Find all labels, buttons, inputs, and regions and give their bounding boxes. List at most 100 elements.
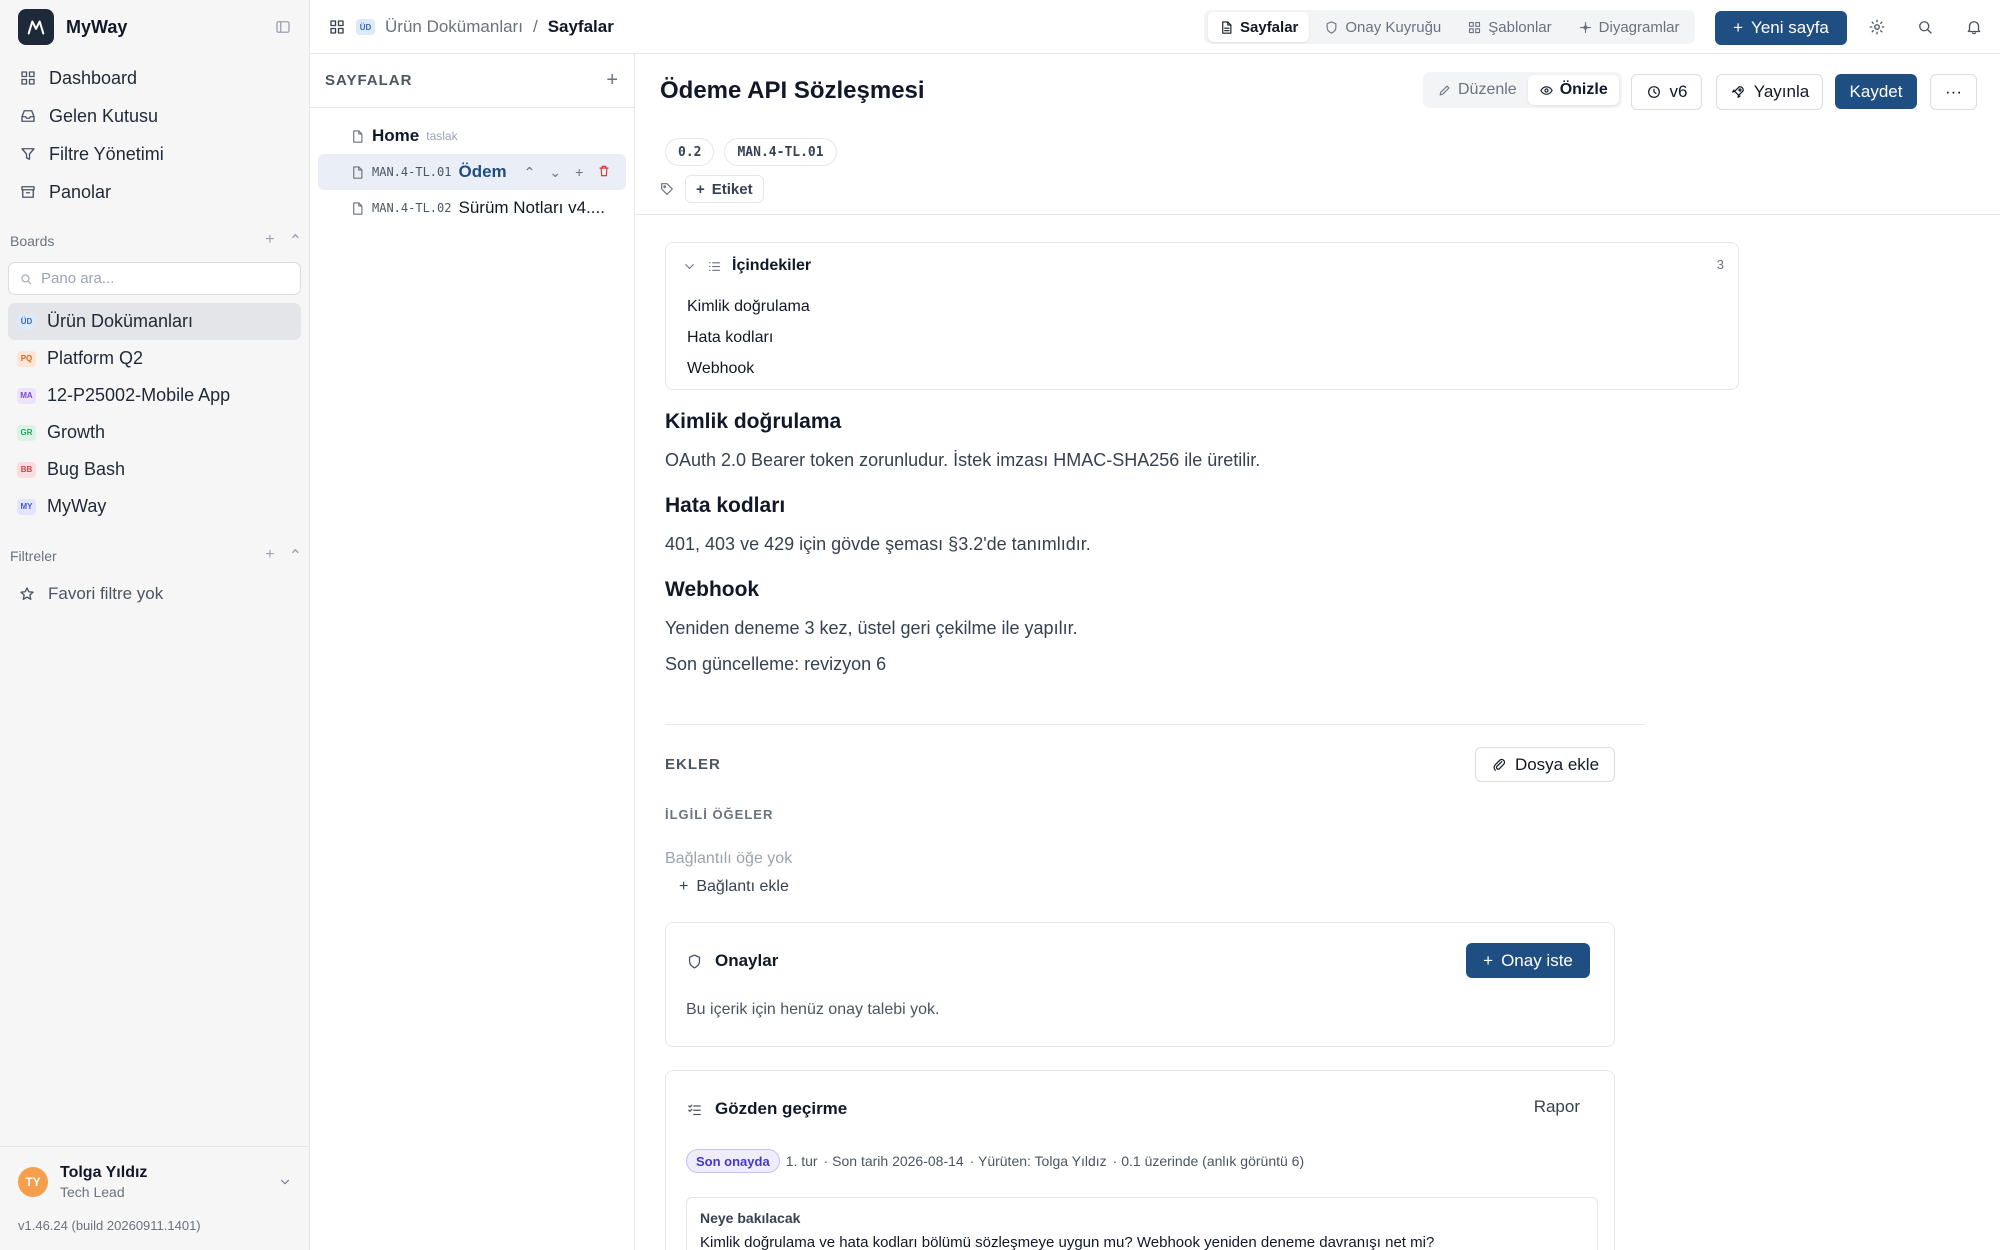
request-approval-label: Onay iste bbox=[1501, 950, 1573, 970]
preview-mode-button[interactable]: Önizle bbox=[1527, 75, 1619, 105]
related-items-empty: Bağlantılı öğe yok bbox=[665, 850, 793, 867]
add-page-icon[interactable]: + bbox=[606, 69, 619, 92]
add-board-icon[interactable]: + bbox=[265, 231, 274, 251]
page-tree-item-active[interactable]: MAN.4-TL.01 Ödem ⌃ ⌄ + bbox=[318, 154, 626, 190]
tag-icon bbox=[661, 183, 673, 195]
sidebar-toggle-icon[interactable] bbox=[274, 18, 292, 36]
tab-diagrams[interactable]: Diyagramlar bbox=[1567, 12, 1691, 42]
diagram-icon bbox=[1579, 21, 1591, 33]
publish-label: Yayınla bbox=[1753, 82, 1810, 101]
page-title: Ödeme API Sözleşmesi bbox=[660, 77, 925, 104]
chevron-down-icon bbox=[685, 263, 694, 269]
apps-grid-icon[interactable] bbox=[328, 18, 346, 36]
document-icon bbox=[353, 165, 363, 179]
add-filter-icon[interactable]: + bbox=[265, 546, 274, 566]
report-link[interactable]: Rapor bbox=[1534, 1097, 1580, 1117]
nav-item-filter-management[interactable]: Filtre Yönetimi bbox=[10, 135, 302, 173]
page-tree-item[interactable]: Home taslak bbox=[318, 118, 626, 154]
mode-toggle: Düzenle Önizle bbox=[1423, 72, 1622, 108]
move-down-icon[interactable]: ⌄ bbox=[549, 164, 561, 181]
boards-section-header: Boards + ⌃ bbox=[10, 229, 302, 253]
pages-panel-title: SAYFALAR bbox=[325, 72, 413, 89]
archive-icon bbox=[21, 186, 35, 198]
nav-item-inbox[interactable]: Gelen Kutusu bbox=[10, 97, 302, 135]
review-focus-box: Neye bakılacak Kimlik doğrulama ve hata … bbox=[686, 1197, 1598, 1250]
new-page-label: Yeni sayfa bbox=[1751, 18, 1829, 37]
board-badge: PQ bbox=[17, 350, 36, 367]
section-heading: Webhook bbox=[665, 578, 760, 601]
board-list: ÜD Ürün Dokümanları PQ Platform Q2 MA 12… bbox=[8, 303, 301, 525]
section-text: Yeniden deneme 3 kez, üstel geri çekilme… bbox=[665, 618, 1078, 638]
add-link-button[interactable]: + Bağlantı ekle bbox=[679, 878, 789, 896]
review-header: Gözden geçirme bbox=[686, 1099, 847, 1119]
request-approval-button[interactable]: + Onay iste bbox=[1466, 943, 1590, 978]
board-search-input[interactable]: Pano ara... bbox=[8, 262, 301, 295]
page-title: Ödem bbox=[458, 162, 507, 181]
new-page-button[interactable]: + Yeni sayfa bbox=[1715, 11, 1847, 45]
plus-icon: + bbox=[1733, 18, 1744, 37]
status-badge: Son onayda bbox=[686, 1149, 780, 1173]
section-heading: Kimlik doğrulama bbox=[665, 410, 842, 433]
save-button[interactable]: Kaydet bbox=[1835, 74, 1917, 109]
collapse-boards-icon[interactable]: ⌃ bbox=[289, 231, 302, 251]
page-title: Sürüm Notları v4.... bbox=[458, 198, 605, 217]
settings-gear-icon[interactable] bbox=[1868, 18, 1886, 36]
board-item[interactable]: BB Bug Bash bbox=[8, 451, 301, 488]
doc-code-chip: MAN.4-TL.01 bbox=[724, 138, 837, 166]
header-divider bbox=[635, 214, 2000, 215]
page-title: Home bbox=[372, 126, 420, 145]
trash-icon[interactable] bbox=[597, 164, 611, 181]
board-badge: BB bbox=[17, 461, 36, 478]
edit-mode-button[interactable]: Düzenle bbox=[1426, 75, 1528, 105]
user-menu[interactable]: TY Tolga Yıldız Tech Lead bbox=[0, 1146, 310, 1216]
tab-templates[interactable]: Şablonlar bbox=[1456, 12, 1562, 42]
boards-section-label: Boards bbox=[10, 233, 55, 249]
collapse-filters-icon[interactable]: ⌃ bbox=[289, 546, 302, 566]
page-draft-badge: taslak bbox=[426, 129, 458, 143]
board-item[interactable]: ÜD Ürün Dokümanları bbox=[8, 303, 301, 340]
top-tabs: Sayfalar Onay Kuyruğu Şablonlar Diyagram… bbox=[1204, 10, 1695, 44]
publish-button[interactable]: Yayınla bbox=[1716, 74, 1823, 110]
nav-item-boards[interactable]: Panolar bbox=[10, 173, 302, 211]
page-tree-item[interactable]: MAN.4-TL.02 Sürüm Notları v4.... bbox=[318, 190, 626, 226]
pencil-icon bbox=[1439, 85, 1450, 95]
toc-item[interactable]: Hata kodları bbox=[687, 322, 810, 353]
toc-header[interactable]: İçindekiler bbox=[682, 257, 811, 275]
breadcrumb-board[interactable]: Ürün Dokümanları bbox=[385, 17, 523, 37]
board-item[interactable]: PQ Platform Q2 bbox=[8, 340, 301, 377]
board-item[interactable]: MY MyWay bbox=[8, 488, 301, 525]
review-focus-text: Kimlik doğrulama ve hata kodları bölümü … bbox=[700, 1234, 1435, 1250]
version-history-button[interactable]: v6 bbox=[1631, 74, 1702, 110]
templates-icon bbox=[1469, 21, 1481, 33]
app-version: v1.46.24 (build 20260911.1401) bbox=[18, 1218, 201, 1233]
tab-pages[interactable]: Sayfalar bbox=[1208, 12, 1310, 42]
filters-section-header: Filtreler + ⌃ bbox=[10, 544, 302, 568]
version-label: v6 bbox=[1669, 82, 1688, 101]
page-code: MAN.4-TL.01 bbox=[372, 165, 452, 179]
search-icon[interactable] bbox=[1916, 18, 1934, 36]
tab-label: Sayfalar bbox=[1240, 18, 1299, 36]
save-label: Kaydet bbox=[1849, 81, 1903, 101]
tab-approval-queue[interactable]: Onay Kuyruğu bbox=[1313, 12, 1452, 42]
toc-item[interactable]: Webhook bbox=[687, 353, 810, 384]
star-icon bbox=[20, 587, 34, 600]
section-text: OAuth 2.0 Bearer token zorunludur. İstek… bbox=[665, 450, 1261, 470]
brand-logo-icon bbox=[18, 9, 54, 45]
add-child-icon[interactable]: + bbox=[575, 164, 583, 181]
brand[interactable]: MyWay bbox=[18, 8, 127, 46]
move-up-icon[interactable]: ⌃ bbox=[524, 164, 536, 181]
toc-item[interactable]: Kimlik doğrulama bbox=[687, 291, 810, 322]
board-item[interactable]: GR Growth bbox=[8, 414, 301, 451]
board-label: MyWay bbox=[47, 496, 107, 516]
add-file-button[interactable]: Dosya ekle bbox=[1475, 747, 1615, 782]
page-tree: Home taslak MAN.4-TL.01 Ödem ⌃ ⌄ + MAN.4… bbox=[310, 108, 634, 236]
document-icon bbox=[1222, 20, 1232, 34]
add-tag-button[interactable]: + Etiket bbox=[685, 175, 764, 203]
board-item[interactable]: MA 12-P25002-Mobile App bbox=[8, 377, 301, 414]
nav-item-dashboard[interactable]: Dashboard bbox=[10, 59, 302, 97]
breadcrumb: ÜD Ürün Dokümanları / Sayfalar bbox=[328, 0, 614, 54]
add-file-label: Dosya ekle bbox=[1514, 754, 1600, 774]
notification-bell-icon[interactable] bbox=[1965, 18, 1983, 36]
more-options-button[interactable]: ··· bbox=[1930, 74, 1977, 110]
nav-label: Gelen Kutusu bbox=[49, 105, 159, 126]
